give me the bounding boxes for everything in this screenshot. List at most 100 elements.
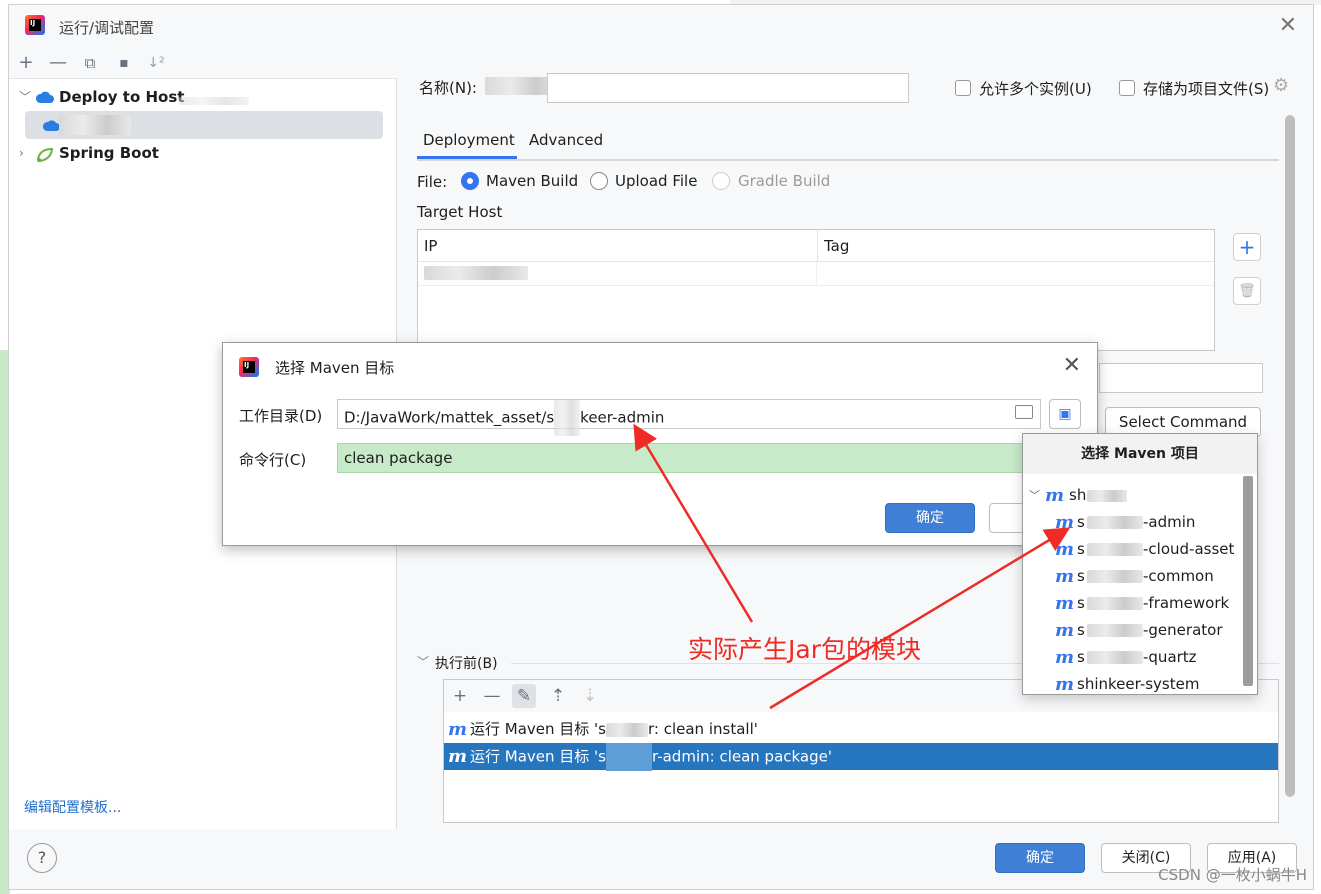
help-button[interactable]: ? xyxy=(27,843,57,873)
edit-templates-link[interactable]: 编辑配置模板... xyxy=(24,797,121,817)
tab-advanced[interactable]: Advanced xyxy=(523,129,609,159)
module-item-quartz[interactable]: m s -quartz xyxy=(1023,644,1243,671)
move-up-icon[interactable]: ⇡ xyxy=(546,684,570,708)
close-icon[interactable]: ✕ xyxy=(1279,13,1297,38)
cmdline-input[interactable]: clean package xyxy=(337,443,1077,473)
module-item-generator[interactable]: m s -generator xyxy=(1023,617,1243,644)
scrollbar[interactable] xyxy=(1285,115,1295,797)
move-down-icon[interactable]: ⇣ xyxy=(578,684,602,708)
project-label: sh xyxy=(1069,486,1087,504)
tree-item-deploy-to-host[interactable]: ﹀ Deploy to Host xyxy=(9,83,397,111)
file-label: File: xyxy=(417,173,448,191)
maven-icon: m xyxy=(448,719,468,740)
module-label: -generator xyxy=(1143,621,1223,639)
allow-multiple-label: 允许多个实例(U) xyxy=(979,80,1092,98)
intellij-logo-icon xyxy=(25,15,45,35)
cloud-icon xyxy=(35,91,54,103)
maven-goal-dialog: 选择 Maven 目标 ✕ 工作目录(D) D:/JavaWork/mattek… xyxy=(222,342,1098,546)
copy-icon[interactable]: ⧉ xyxy=(79,52,101,74)
chevron-down-icon[interactable]: ﹀ xyxy=(1029,482,1040,509)
redacted-area xyxy=(1087,543,1143,556)
edit-icon[interactable]: ✎ xyxy=(512,684,536,708)
tab-strip: Deployment Advanced xyxy=(417,123,1279,161)
module-item-framework[interactable]: m s -framework xyxy=(1023,590,1243,617)
maven-build-radio[interactable] xyxy=(461,172,479,190)
ok-button[interactable]: 确定 xyxy=(995,843,1085,873)
name-label: 名称(N): xyxy=(419,79,477,97)
module-item-cloud-asset[interactable]: m s -cloud-asset xyxy=(1023,536,1243,563)
popup-header: 选择 Maven 项目 xyxy=(1023,434,1257,474)
upload-file-radio[interactable] xyxy=(590,172,608,190)
title-bar: 运行/调试配置 ✕ xyxy=(9,5,1313,47)
column-header-tag: Tag xyxy=(818,230,1214,262)
tree-item-spring-boot[interactable]: › Spring Boot xyxy=(9,139,397,167)
new-folder-icon[interactable]: ▪ xyxy=(113,52,135,74)
module-item-admin[interactable]: m s -admin xyxy=(1023,509,1243,536)
store-project-file-label: 存储为项目文件(S) xyxy=(1143,80,1270,98)
maven-build-label: Maven Build xyxy=(486,172,579,190)
module-item-system[interactable]: m shinkeer-system xyxy=(1023,671,1243,695)
folder-icon[interactable] xyxy=(1015,405,1033,419)
target-host-label: Target Host xyxy=(417,203,503,221)
remove-icon[interactable]: — xyxy=(480,684,504,708)
module-prefix: s xyxy=(1077,648,1085,666)
tree-label: Deploy to Host xyxy=(59,88,185,106)
intellij-logo-icon xyxy=(239,357,259,377)
task-label: 运行 Maven 目标 's xyxy=(470,720,606,738)
name-input[interactable] xyxy=(547,73,909,103)
maven-project-popup: 选择 Maven 项目 ﹀ m sh m s -admin m s -cloud… xyxy=(1022,433,1258,695)
upload-file-label: Upload File xyxy=(615,172,698,190)
tree-item-selected-config[interactable] xyxy=(25,111,383,139)
remove-icon[interactable]: — xyxy=(47,52,69,74)
maven-icon: m xyxy=(1055,674,1075,695)
redacted-area xyxy=(1087,490,1127,502)
list-item[interactable]: m 运行 Maven 目标 's r: clean install' xyxy=(444,716,1278,743)
tab-deployment[interactable]: Deployment xyxy=(417,129,517,159)
workdir-label: 工作目录(D) xyxy=(239,407,323,425)
annotation-label: 实际产生Jar包的模块 xyxy=(688,635,921,664)
gear-icon[interactable]: ⚙ xyxy=(1273,75,1289,96)
module-item-common[interactable]: m s -common xyxy=(1023,563,1243,590)
module-prefix: s xyxy=(1077,594,1085,612)
chevron-right-icon[interactable]: › xyxy=(19,139,24,167)
allow-multiple-checkbox[interactable] xyxy=(955,80,971,96)
sort-icon[interactable]: ↓² xyxy=(145,52,167,74)
maven-icon: m xyxy=(1055,647,1075,668)
dialog-ok-button[interactable]: 确定 xyxy=(885,503,975,533)
module-prefix: s xyxy=(1077,513,1085,531)
select-module-button[interactable]: ▣ xyxy=(1049,399,1081,429)
delete-host-button[interactable]: 🗑 xyxy=(1233,277,1261,305)
command-field[interactable] xyxy=(1099,363,1263,393)
maven-icon: m xyxy=(448,746,468,767)
module-prefix: s xyxy=(1077,567,1085,585)
table-row[interactable] xyxy=(418,262,1214,286)
column-divider xyxy=(816,262,817,286)
workdir-value: D:/JavaWork/mattek_asset/s xyxy=(344,408,555,427)
column-header-ip: IP xyxy=(418,230,818,262)
tree-label: Spring Boot xyxy=(59,144,159,162)
redacted-area xyxy=(1087,624,1143,637)
config-toolbar: + — ⧉ ▪ ↓² xyxy=(9,47,397,79)
project-root-item[interactable]: ﹀ m sh xyxy=(1023,482,1243,509)
add-host-button[interactable]: + xyxy=(1233,233,1261,261)
maven-icon: m xyxy=(1055,620,1075,641)
module-label: -quartz xyxy=(1143,648,1197,666)
store-project-file-checkbox[interactable] xyxy=(1119,80,1135,96)
close-icon[interactable]: ✕ xyxy=(1063,353,1081,378)
chevron-down-icon[interactable]: ﹀ xyxy=(19,83,31,111)
redacted-area xyxy=(606,722,648,737)
redacted-area xyxy=(59,115,131,135)
maven-icon: m xyxy=(1055,593,1075,614)
gradle-build-label: Gradle Build xyxy=(738,172,831,190)
list-item-selected[interactable]: m 运行 Maven 目标 's r-admin: clean package' xyxy=(444,743,1278,771)
redacted-area xyxy=(179,97,249,105)
workdir-input[interactable]: D:/JavaWork/mattek_asset/s keer-admin xyxy=(337,399,1041,436)
redacted-area xyxy=(1087,570,1143,583)
target-host-table: IP Tag xyxy=(417,229,1215,351)
maven-icon: m xyxy=(1045,485,1065,506)
add-icon[interactable]: + xyxy=(15,52,37,74)
scrollbar[interactable] xyxy=(1243,476,1253,686)
chevron-down-icon[interactable]: ﹀ xyxy=(417,653,429,670)
redacted-area xyxy=(1087,651,1143,664)
add-icon[interactable]: + xyxy=(448,684,472,708)
